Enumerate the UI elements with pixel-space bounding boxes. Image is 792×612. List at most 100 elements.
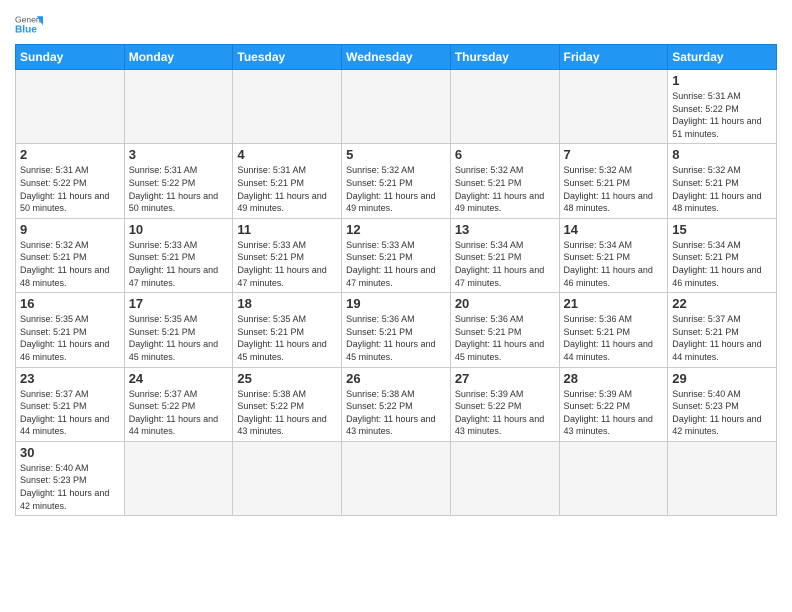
calendar-cell — [124, 441, 233, 515]
calendar-cell: 10Sunrise: 5:33 AMSunset: 5:21 PMDayligh… — [124, 218, 233, 292]
day-number: 25 — [237, 371, 337, 386]
calendar-cell: 26Sunrise: 5:38 AMSunset: 5:22 PMDayligh… — [342, 367, 451, 441]
logo: General Blue — [15, 10, 43, 38]
calendar-cell: 20 Sunrise: 5:36 AMSunset: 5:21 PMDayligh… — [450, 293, 559, 367]
day-number: 8 — [672, 147, 772, 162]
week-row-3: 9 Sunrise: 5:32 AMSunset: 5:21 PMDaylight… — [16, 218, 777, 292]
day-number: 19 — [346, 296, 446, 311]
day-number: 28 — [564, 371, 664, 386]
day-info: Sunrise: 5:32 AMSunset: 5:21 PMDaylight:… — [564, 164, 664, 214]
calendar-cell — [342, 70, 451, 144]
calendar-cell: 23Sunrise: 5:37 AMSunset: 5:21 PMDayligh… — [16, 367, 125, 441]
day-info: Sunrise: 5:37 AMSunset: 5:21 PMDaylight:… — [20, 388, 120, 438]
title-section — [43, 10, 777, 12]
day-info: Sunrise: 5:38 AMSunset: 5:22 PMDaylight:… — [237, 388, 337, 438]
calendar-cell: 14 Sunrise: 5:34 AMSunset: 5:21 PMDayligh… — [559, 218, 668, 292]
weekday-saturday: Saturday — [668, 45, 777, 70]
calendar-cell — [450, 70, 559, 144]
calendar-cell: 25 Sunrise: 5:38 AMSunset: 5:22 PMDayligh… — [233, 367, 342, 441]
logo-icon: General Blue — [15, 10, 43, 38]
week-row-4: 16 Sunrise: 5:35 AMSunset: 5:21 PMDayligh… — [16, 293, 777, 367]
day-number: 20 — [455, 296, 555, 311]
calendar-cell: 15Sunrise: 5:34 AMSunset: 5:21 PMDayligh… — [668, 218, 777, 292]
day-info: Sunrise: 5:37 AMSunset: 5:22 PMDaylight:… — [129, 388, 229, 438]
calendar-cell — [342, 441, 451, 515]
day-number: 17 — [129, 296, 229, 311]
day-number: 29 — [672, 371, 772, 386]
day-number: 14 — [564, 222, 664, 237]
day-number: 30 — [20, 445, 120, 460]
calendar-cell: 11Sunrise: 5:33 AMSunset: 5:21 PMDayligh… — [233, 218, 342, 292]
weekday-header-row: SundayMondayTuesdayWednesdayThursdayFrid… — [16, 45, 777, 70]
day-number: 5 — [346, 147, 446, 162]
header: General Blue — [15, 10, 777, 38]
day-info: Sunrise: 5:32 AMSunset: 5:21 PMDaylight:… — [455, 164, 555, 214]
day-info: Sunrise: 5:33 AMSunset: 5:21 PMDaylight:… — [346, 239, 446, 289]
day-info: Sunrise: 5:36 AMSunset: 5:21 PMDaylight:… — [346, 313, 446, 363]
calendar-cell — [233, 441, 342, 515]
calendar-cell — [124, 70, 233, 144]
calendar-cell — [559, 441, 668, 515]
day-number: 26 — [346, 371, 446, 386]
weekday-wednesday: Wednesday — [342, 45, 451, 70]
day-info: Sunrise: 5:36 AMSunset: 5:21 PMDaylight:… — [455, 313, 555, 363]
day-number: 12 — [346, 222, 446, 237]
calendar-cell — [16, 70, 125, 144]
day-number: 24 — [129, 371, 229, 386]
day-number: 1 — [672, 73, 772, 88]
weekday-sunday: Sunday — [16, 45, 125, 70]
day-info: Sunrise: 5:31 AMSunset: 5:22 PMDaylight:… — [129, 164, 229, 214]
calendar-cell: 17 Sunrise: 5:35 AMSunset: 5:21 PMDayligh… — [124, 293, 233, 367]
day-number: 16 — [20, 296, 120, 311]
day-info: Sunrise: 5:32 AMSunset: 5:21 PMDaylight:… — [672, 164, 772, 214]
day-number: 27 — [455, 371, 555, 386]
week-row-1: 1 Sunrise: 5:31 AMSunset: 5:22 PMDaylight… — [16, 70, 777, 144]
calendar-cell: 8 Sunrise: 5:32 AMSunset: 5:21 PMDaylight… — [668, 144, 777, 218]
day-number: 9 — [20, 222, 120, 237]
day-number: 7 — [564, 147, 664, 162]
page: General Blue SundayMondayTuesdayWednesda… — [0, 0, 792, 526]
calendar-cell: 19 Sunrise: 5:36 AMSunset: 5:21 PMDayligh… — [342, 293, 451, 367]
day-info: Sunrise: 5:35 AMSunset: 5:21 PMDaylight:… — [237, 313, 337, 363]
day-info: Sunrise: 5:31 AMSunset: 5:22 PMDaylight:… — [672, 90, 772, 140]
calendar-cell: 28 Sunrise: 5:39 AMSunset: 5:22 PMDayligh… — [559, 367, 668, 441]
calendar-cell: 6 Sunrise: 5:32 AMSunset: 5:21 PMDaylight… — [450, 144, 559, 218]
calendar-cell: 9 Sunrise: 5:32 AMSunset: 5:21 PMDaylight… — [16, 218, 125, 292]
calendar-cell: 5 Sunrise: 5:32 AMSunset: 5:21 PMDaylight… — [342, 144, 451, 218]
day-info: Sunrise: 5:32 AMSunset: 5:21 PMDaylight:… — [20, 239, 120, 289]
day-info: Sunrise: 5:39 AMSunset: 5:22 PMDaylight:… — [564, 388, 664, 438]
day-number: 18 — [237, 296, 337, 311]
svg-text:Blue: Blue — [15, 25, 37, 36]
day-number: 3 — [129, 147, 229, 162]
calendar-cell: 18 Sunrise: 5:35 AMSunset: 5:21 PMDayligh… — [233, 293, 342, 367]
day-info: Sunrise: 5:36 AMSunset: 5:21 PMDaylight:… — [564, 313, 664, 363]
calendar-cell: 4Sunrise: 5:31 AMSunset: 5:21 PMDaylight… — [233, 144, 342, 218]
calendar-cell: 16Sunrise: 5:35 AMSunset: 5:21 PMDayligh… — [16, 293, 125, 367]
weekday-friday: Friday — [559, 45, 668, 70]
calendar-cell: 12 Sunrise: 5:33 AMSunset: 5:21 PMDayligh… — [342, 218, 451, 292]
day-info: Sunrise: 5:37 AMSunset: 5:21 PMDaylight:… — [672, 313, 772, 363]
day-number: 6 — [455, 147, 555, 162]
day-info: Sunrise: 5:35 AMSunset: 5:21 PMDaylight:… — [129, 313, 229, 363]
calendar-cell: 1 Sunrise: 5:31 AMSunset: 5:22 PMDaylight… — [668, 70, 777, 144]
week-row-6: 30Sunrise: 5:40 AMSunset: 5:23 PMDayligh… — [16, 441, 777, 515]
day-info: Sunrise: 5:31 AMSunset: 5:21 PMDaylight:… — [237, 164, 337, 214]
calendar-cell — [450, 441, 559, 515]
calendar-cell: 2Sunrise: 5:31 AMSunset: 5:22 PMDaylight… — [16, 144, 125, 218]
day-number: 10 — [129, 222, 229, 237]
day-info: Sunrise: 5:31 AMSunset: 5:22 PMDaylight:… — [20, 164, 120, 214]
week-row-2: 2Sunrise: 5:31 AMSunset: 5:22 PMDaylight… — [16, 144, 777, 218]
calendar-cell — [233, 70, 342, 144]
calendar-cell — [668, 441, 777, 515]
svg-text:General: General — [15, 14, 43, 24]
day-info: Sunrise: 5:34 AMSunset: 5:21 PMDaylight:… — [455, 239, 555, 289]
weekday-tuesday: Tuesday — [233, 45, 342, 70]
calendar-cell: 30Sunrise: 5:40 AMSunset: 5:23 PMDayligh… — [16, 441, 125, 515]
calendar-cell: 7 Sunrise: 5:32 AMSunset: 5:21 PMDaylight… — [559, 144, 668, 218]
calendar: SundayMondayTuesdayWednesdayThursdayFrid… — [15, 44, 777, 516]
day-info: Sunrise: 5:32 AMSunset: 5:21 PMDaylight:… — [346, 164, 446, 214]
calendar-cell: 29Sunrise: 5:40 AMSunset: 5:23 PMDayligh… — [668, 367, 777, 441]
day-number: 15 — [672, 222, 772, 237]
day-info: Sunrise: 5:39 AMSunset: 5:22 PMDaylight:… — [455, 388, 555, 438]
day-info: Sunrise: 5:34 AMSunset: 5:21 PMDaylight:… — [564, 239, 664, 289]
